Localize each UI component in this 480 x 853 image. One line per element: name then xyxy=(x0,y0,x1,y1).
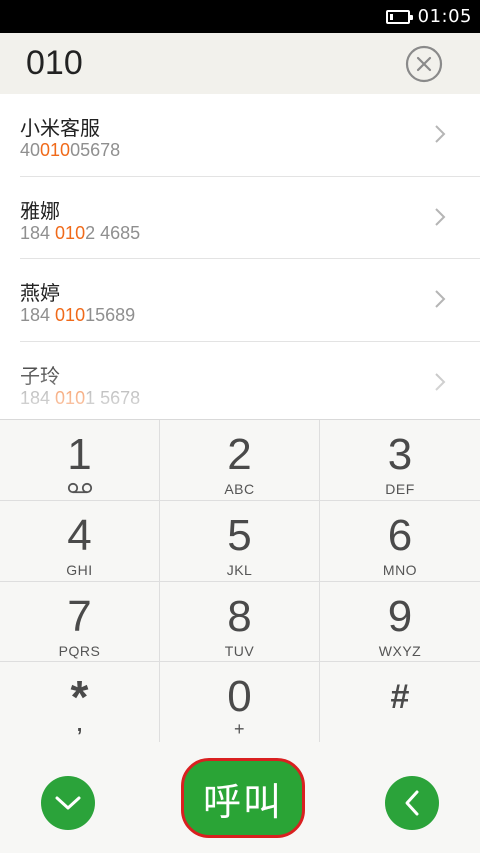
key-letters: WXYZ xyxy=(378,643,422,659)
contact-number: 4001005678 xyxy=(20,140,120,161)
hide-keypad-button[interactable] xyxy=(41,776,95,830)
number-suffix: 1 5678 xyxy=(85,387,141,408)
key-0[interactable]: 0 + xyxy=(160,662,320,743)
number-match: 010 xyxy=(55,387,86,408)
key-digit: 5 xyxy=(227,511,252,560)
key-digit: 9 xyxy=(387,592,413,641)
status-bar: 01:05 xyxy=(0,0,480,33)
key-letters: ABC xyxy=(224,481,255,497)
key-letters: + xyxy=(233,719,245,739)
number-suffix: 05678 xyxy=(70,140,121,160)
status-time: 01:05 xyxy=(417,6,472,27)
key-hash[interactable]: # xyxy=(320,662,480,743)
battery-icon xyxy=(385,9,413,24)
chevron-right-icon[interactable] xyxy=(434,124,446,144)
number-prefix: 184 xyxy=(20,387,56,408)
key-letters: PQRS xyxy=(58,643,101,659)
key-digit: 4 xyxy=(67,511,92,560)
voicemail-icon xyxy=(67,482,92,494)
contact-number: 184 01015689 xyxy=(20,305,135,326)
contact-item[interactable]: 雅娜 184 0102 4685 xyxy=(20,177,480,259)
key-star[interactable]: * , xyxy=(0,662,160,743)
call-label: 呼叫 xyxy=(202,779,283,824)
number-match: 010 xyxy=(55,305,86,325)
number-suffix: 2 4685 xyxy=(85,222,141,243)
key-digit: 7 xyxy=(67,592,92,641)
chevron-down-icon xyxy=(55,796,81,810)
number-prefix: 184 xyxy=(20,222,56,243)
key-letters: , xyxy=(76,714,83,736)
key-2[interactable]: 2 ABC xyxy=(160,420,320,501)
key-letters: DEF xyxy=(385,481,415,497)
number-match: 010 xyxy=(55,222,86,243)
number-suffix: 15689 xyxy=(85,305,136,325)
key-6[interactable]: 6 MNO xyxy=(320,501,480,582)
key-letters: JKL xyxy=(226,562,253,578)
dial-keypad: 1 2 ABC 3 DEF 4 GHI 5 JKL 6 MNO 7 PQRS 8… xyxy=(0,419,480,743)
key-8[interactable]: 8 TUV xyxy=(160,582,320,662)
contact-name: 雅娜 xyxy=(20,198,60,223)
key-digit: 6 xyxy=(387,511,413,560)
chevron-right-icon[interactable] xyxy=(434,207,446,227)
backspace-button[interactable] xyxy=(385,776,439,830)
call-button[interactable]: 呼叫 xyxy=(181,758,305,838)
key-digit: # xyxy=(390,678,410,716)
contact-name: 燕婷 xyxy=(20,281,60,305)
chevron-left-icon xyxy=(405,790,419,816)
key-5[interactable]: 5 JKL xyxy=(160,501,320,582)
key-4[interactable]: 4 GHI xyxy=(0,501,160,582)
contact-number: 184 0101 5678 xyxy=(20,388,140,409)
key-letters: TUV xyxy=(224,643,255,659)
number-match: 010 xyxy=(40,140,71,160)
clear-button[interactable] xyxy=(405,45,443,83)
number-prefix: 40 xyxy=(20,140,41,160)
contact-number: 184 0102 4685 xyxy=(20,223,140,244)
key-letters: GHI xyxy=(66,562,93,578)
chevron-right-icon[interactable] xyxy=(434,372,446,392)
key-1[interactable]: 1 xyxy=(0,420,160,501)
key-digit: 2 xyxy=(227,430,252,479)
dial-header: 010 xyxy=(0,33,480,94)
chevron-right-icon[interactable] xyxy=(434,289,446,309)
key-digit: 3 xyxy=(387,430,413,479)
key-digit: 8 xyxy=(227,592,252,641)
battery-fill xyxy=(389,13,393,20)
contact-item[interactable]: 小米客服 4001005678 xyxy=(20,94,480,177)
contact-name: 小米客服 xyxy=(20,116,100,140)
contact-results-list: 小米客服 4001005678 雅娜 184 0102 4685 燕婷 184 … xyxy=(0,94,480,419)
key-letters: MNO xyxy=(382,562,418,578)
action-bar: 呼叫 xyxy=(0,742,480,853)
contact-item[interactable]: 子玲 184 0101 5678 xyxy=(20,342,480,420)
dialed-number: 010 xyxy=(26,44,83,82)
key-7[interactable]: 7 PQRS xyxy=(0,582,160,662)
key-digit: 0 xyxy=(227,672,252,721)
key-digit: 1 xyxy=(67,430,92,479)
contact-item[interactable]: 燕婷 184 01015689 xyxy=(20,259,480,342)
clear-circle-icon xyxy=(405,45,443,83)
number-prefix: 184 xyxy=(20,305,56,325)
key-3[interactable]: 3 DEF xyxy=(320,420,480,501)
contact-name: 子玲 xyxy=(20,363,60,388)
key-9[interactable]: 9 WXYZ xyxy=(320,582,480,662)
